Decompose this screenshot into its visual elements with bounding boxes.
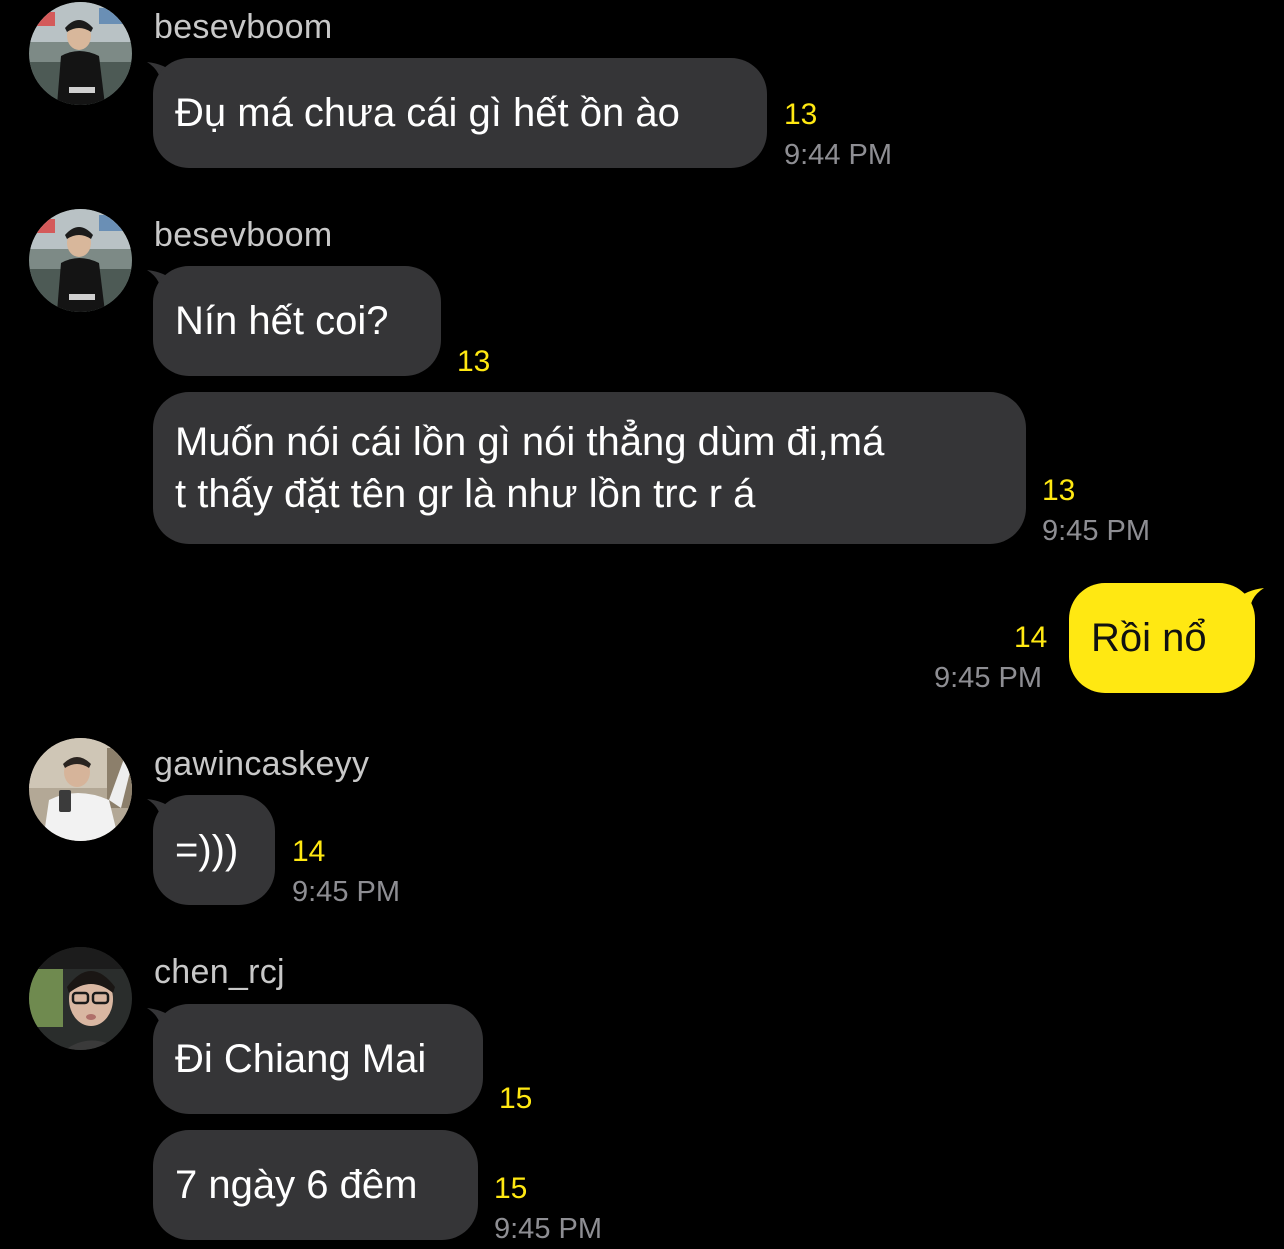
sender-name: besevboom — [154, 8, 333, 46]
message-text: Đi Chiang Mai — [175, 1037, 427, 1081]
avatar-besevboom[interactable] — [29, 209, 132, 312]
unread-count: 14 — [292, 835, 326, 868]
message-text: Rồi nổ — [1091, 616, 1207, 660]
message-bubble[interactable]: Muốn nói cái lồn gì nói thẳng dùm đi,má … — [153, 392, 1026, 544]
message-time: 9:45 PM — [292, 876, 400, 908]
unread-count: 15 — [499, 1082, 533, 1115]
avatar-besevboom[interactable] — [29, 2, 132, 105]
message-text-line: Muốn nói cái lồn gì nói thẳng dùm đi,má — [175, 420, 885, 464]
message-time: 9:45 PM — [934, 662, 1042, 694]
message-time: 9:45 PM — [494, 1213, 602, 1245]
unread-count: 14 — [1014, 621, 1048, 654]
sender-name: besevboom — [154, 216, 333, 254]
avatar-chen_rcj[interactable] — [29, 947, 132, 1050]
message-bubble[interactable]: =))) — [153, 795, 275, 905]
sender-name: gawincaskeyy — [154, 745, 370, 783]
message-time: 9:44 PM — [784, 139, 892, 171]
message-text-line: t thấy đặt tên gr là như lồn trc r á — [175, 472, 756, 516]
message-text: Đụ má chưa cái gì hết ồn ào — [175, 91, 680, 135]
message-time: 9:45 PM — [1042, 515, 1150, 547]
sender-name: chen_rcj — [154, 953, 285, 991]
unread-count: 13 — [1042, 474, 1076, 507]
my-message-bubble[interactable]: Rồi nổ — [1069, 583, 1255, 693]
message-bubble[interactable]: Đụ má chưa cái gì hết ồn ào — [153, 58, 767, 168]
message-bubble[interactable]: 7 ngày 6 đêm — [153, 1130, 478, 1240]
unread-count: 13 — [784, 98, 818, 131]
message-bubble[interactable]: Đi Chiang Mai — [153, 1004, 483, 1114]
message-bubble[interactable]: Nín hết coi? — [153, 266, 441, 376]
unread-count: 13 — [457, 345, 491, 378]
message-text: =))) — [175, 828, 239, 872]
message-text: Muốn nói cái lồn gì nói thẳng dùm đi,má … — [175, 416, 884, 520]
unread-count: 15 — [494, 1172, 528, 1205]
avatar-gawincaskeyy[interactable] — [29, 738, 132, 841]
message-text: Nín hết coi? — [175, 299, 389, 343]
message-text: 7 ngày 6 đêm — [175, 1163, 418, 1207]
